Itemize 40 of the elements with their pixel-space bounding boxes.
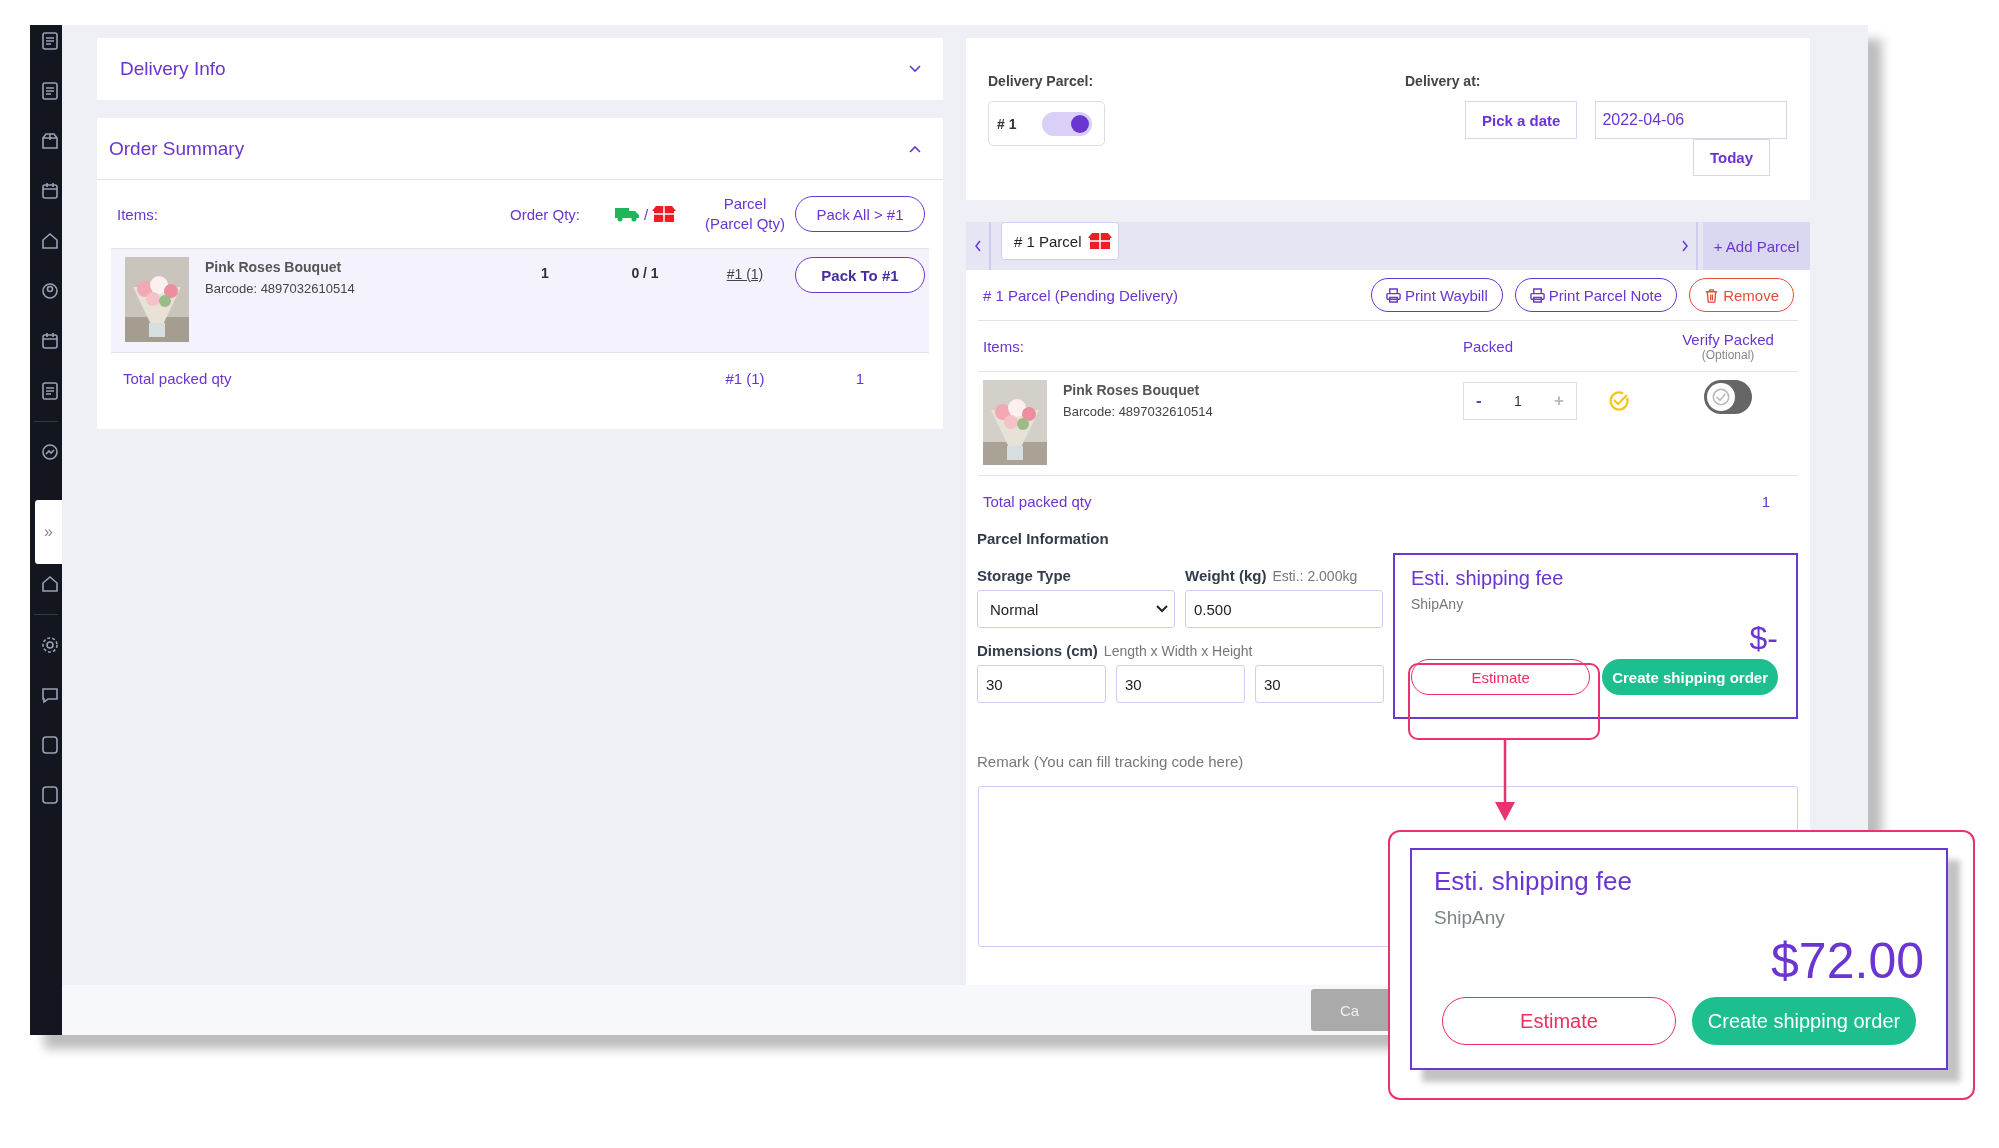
parcel-title: # 1 Parcel (Pending Delivery) [983,286,1179,304]
table-cell-text: 0 / 1 [630,264,660,281]
field-label: Weight (kg) [1185,567,1267,584]
column-header: Order Qty: [509,205,581,223]
table-cell-text: 1 [540,264,550,281]
item-name: Pink Roses Bouquet [205,259,343,275]
panel-title: Order Summary [109,137,245,160]
total-label: Total packed qty [122,369,233,387]
panel-title: Delivery Info [120,58,226,80]
fee-title: Esti. shipping fee [1411,567,1565,590]
column-header: Items: [983,337,1025,355]
fee-amount: $72.00 [1771,933,1924,989]
field-label: Storage Type [977,567,1072,584]
item-barcode: Barcode: 4897032610514 [205,281,355,296]
section-title: Parcel Information [977,530,1110,547]
total-label: Total packed qty [983,492,1092,510]
fee-title: Esti. shipping fee [1434,866,1633,897]
column-hint: (Optional) [1701,347,1755,362]
toggle-label: # 1 [997,115,1017,132]
separator-text: / [643,205,649,223]
column-header: Verify Packed [1682,330,1774,348]
column-header: Packed [1463,337,1515,355]
total-qty: 1 [854,369,866,387]
dimensions-hint: Length x Width x Height [1103,643,1253,659]
column-header: Items: [117,205,159,223]
field-label: Delivery at: [1405,73,1482,89]
field-label: Remark (You can fill tracking code here) [977,753,1245,770]
fee-amount: $- [1749,620,1778,657]
field-label: Dimensions (cm) [977,642,1098,659]
total-parcel: #1 (1) [724,369,766,387]
column-header: Parcel [722,194,768,214]
carrier-name: ShipAny [1411,596,1465,612]
weight-hint: Esti.: 2.000kg [1272,568,1358,584]
total-qty: 1 [1761,492,1770,510]
item-barcode: Barcode: 4897032610514 [1063,404,1213,419]
field-label: Delivery Parcel: [988,73,1095,89]
item-name: Pink Roses Bouquet [1063,382,1201,398]
column-header: (Parcel Qty) [704,214,786,234]
carrier-name: ShipAny [1434,907,1506,929]
quantity-value: 1 [1513,393,1522,409]
